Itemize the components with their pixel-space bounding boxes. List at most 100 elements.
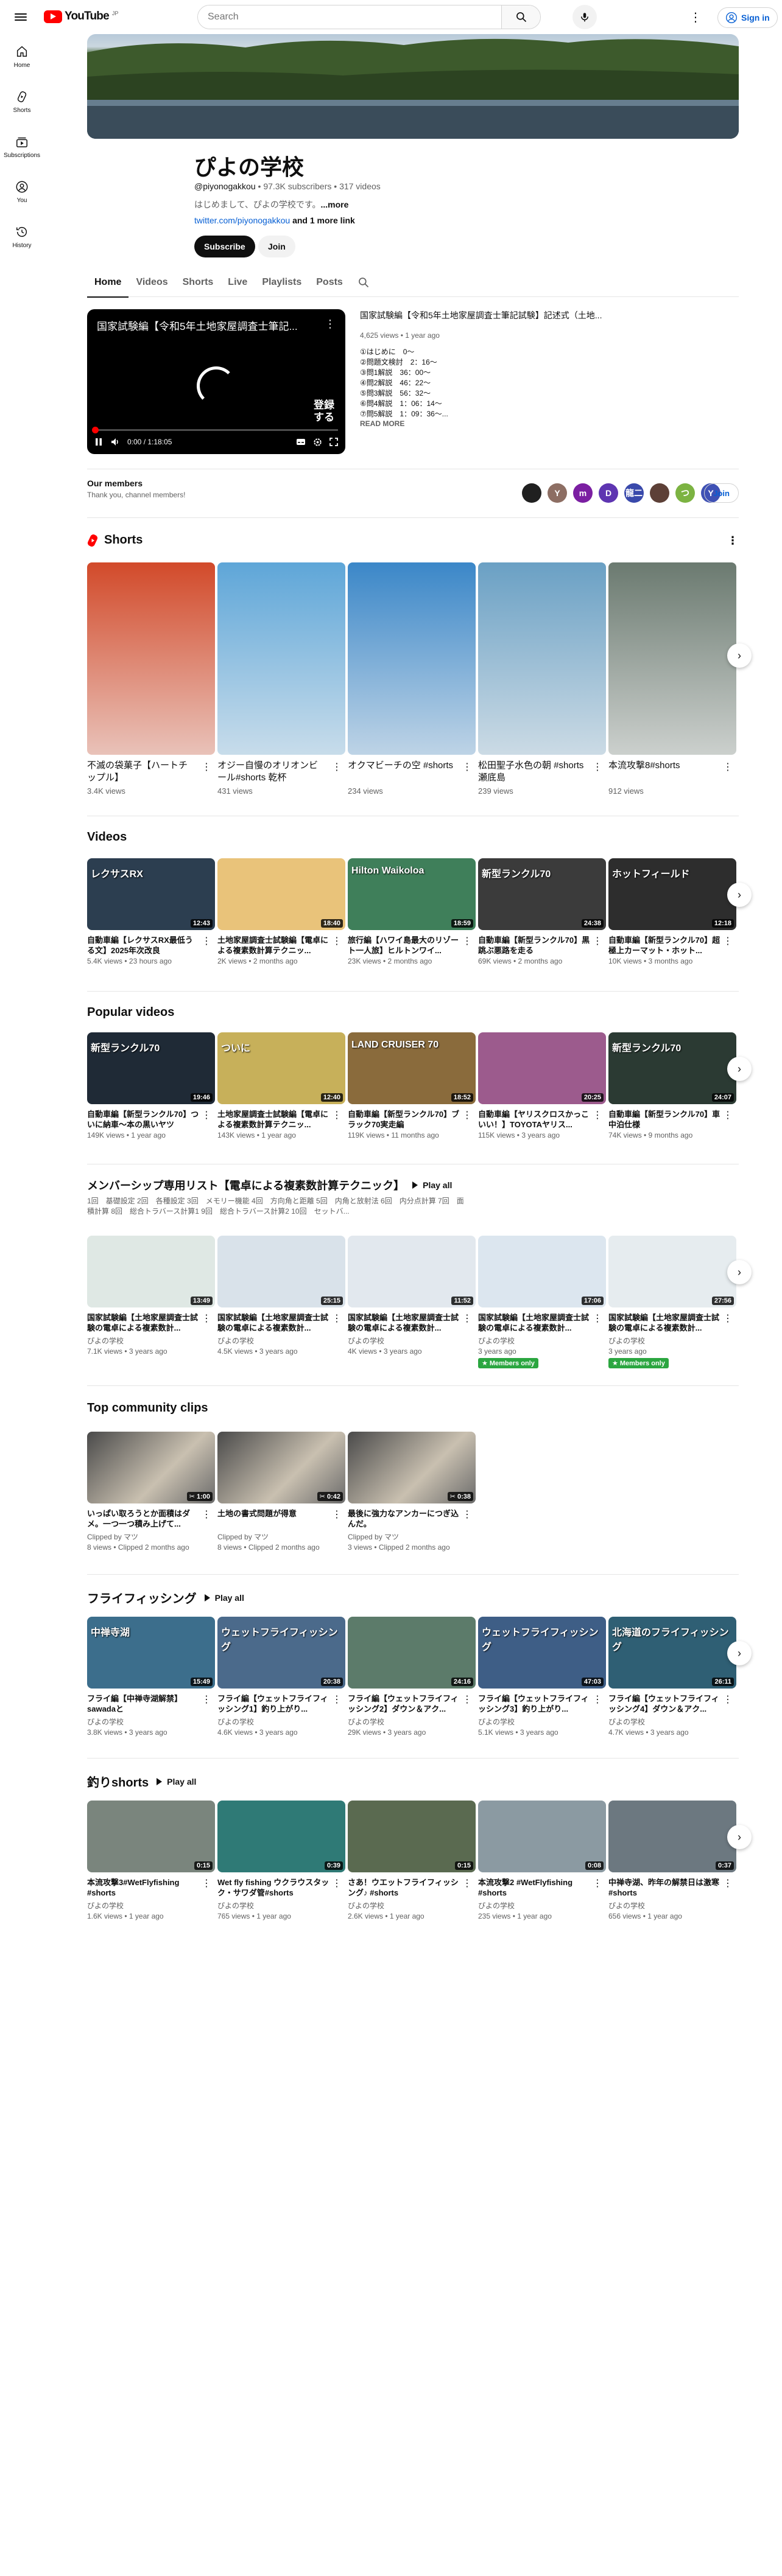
youtube-logo[interactable]: YouTube JP: [44, 10, 118, 23]
video-thumbnail[interactable]: 新型ランクル70 19:46: [87, 1032, 215, 1104]
video-card[interactable]: 24:16 フライ編【ウェットフライフィッシング2】ダウン＆アク... ⋮ ぴよの学校…: [348, 1617, 476, 1737]
clip-kebab-icon[interactable]: ⋮: [202, 1508, 211, 1521]
video-thumbnail[interactable]: 0:15: [87, 1801, 215, 1872]
clip-card[interactable]: ✂ 0:42 土地の書式問題が得意 ⋮ Clipped by マツ 8 views • …: [217, 1432, 345, 1552]
progress-scrubber[interactable]: [92, 427, 99, 433]
video-card[interactable]: 0:08 本流攻撃2 #WetFlyfishing #shorts ⋮ ぴよの学校 23…: [478, 1801, 606, 1920]
short-thumbnail[interactable]: [608, 562, 736, 755]
video-kebab-icon[interactable]: ⋮: [723, 1877, 733, 1889]
video-card[interactable]: 新型ランクル70 24:38 自動車編【新型ランクル70】黒跳ぶ悪路を走る ⋮ 69K …: [478, 858, 606, 965]
video-card[interactable]: LAND CRUISER 70 18:52 自動車編【新型ランクル70】ブラック70…: [348, 1032, 476, 1139]
search-button[interactable]: [501, 5, 540, 29]
featured-video-player[interactable]: 国家試験編【令和5年土地家屋調査士筆記... ⋮ 登録 する 0:00 / 1:…: [87, 309, 345, 454]
short-title[interactable]: オクマビーチの空 #shorts: [348, 760, 456, 784]
video-card[interactable]: 18:40 土地家屋調査士試験編【電卓による複素数計算テクニッ... ⋮ 2K vie…: [217, 858, 345, 965]
video-channel[interactable]: ぴよの学校: [348, 1900, 476, 1911]
video-title[interactable]: 本流攻撃3#WetFlyfishing #shorts: [87, 1877, 199, 1898]
video-card[interactable]: 新型ランクル70 19:46 自動車編【新型ランクル70】ついに納車〜本の黒いヤツ ⋮…: [87, 1032, 215, 1139]
video-kebab-icon[interactable]: ⋮: [593, 1693, 602, 1706]
tab-search[interactable]: [350, 268, 377, 297]
video-card[interactable]: 0:39 Wet fly fishing ウクラウスタック・サワダ管#shorts…: [217, 1801, 345, 1920]
featured-video-title[interactable]: 国家試験編【令和5年土地家屋調査士筆記試験】記述式（土地...: [360, 309, 738, 321]
video-kebab-icon[interactable]: ⋮: [593, 1877, 602, 1889]
video-kebab-icon[interactable]: ⋮: [202, 1693, 211, 1706]
description-more[interactable]: ...more: [320, 200, 348, 209]
members-join-button[interactable]: Join: [704, 483, 739, 503]
menu-icon[interactable]: [13, 10, 28, 24]
video-title[interactable]: 中禅寺湖、昨年の解禁日は激寒#shorts: [608, 1877, 720, 1898]
video-card[interactable]: ウェットフライフィッシング 20:38 フライ編【ウェットフライフィッシング1】釣り…: [217, 1617, 345, 1737]
clip-kebab-icon[interactable]: ⋮: [332, 1508, 342, 1521]
video-card[interactable]: 27:56 国家試験編【土地家屋調査士試験の電卓による複素数計... ⋮ ぴよの学校 3…: [608, 1236, 736, 1368]
video-kebab-icon[interactable]: ⋮: [332, 1693, 342, 1706]
short-title[interactable]: 松田聖子水色の朝 #shorts瀬底島: [478, 760, 586, 784]
sidebar-item-subscriptions[interactable]: Subscriptions: [0, 124, 44, 169]
video-title[interactable]: 自動車編【レクサスRX最低うる文】2025年次改良: [87, 935, 199, 956]
video-thumbnail[interactable]: 新型ランクル70 24:07: [608, 1032, 736, 1104]
player-kebab-icon[interactable]: ⋮: [325, 318, 336, 331]
video-thumbnail[interactable]: 0:15: [348, 1801, 476, 1872]
short-title[interactable]: 不滅の袋菓子【ハートチップル】: [87, 760, 196, 784]
video-kebab-icon[interactable]: ⋮: [723, 1312, 733, 1325]
member-avatar[interactable]: 龍二: [624, 483, 644, 503]
video-kebab-icon[interactable]: ⋮: [593, 1312, 602, 1325]
video-card[interactable]: 25:15 国家試験編【土地家屋調査士試験の電卓による複素数計... ⋮ ぴよの学校 4…: [217, 1236, 345, 1368]
video-card[interactable]: ホットフィールド 12:18 自動車編【新型ランクル70】超極上カーマット・ホット.…: [608, 858, 736, 965]
member-avatar[interactable]: [650, 483, 669, 503]
sign-in-button[interactable]: Sign in: [717, 7, 778, 28]
video-card[interactable]: ウェットフライフィッシング 47:03 フライ編【ウェットフライフィッシング3】釣り…: [478, 1617, 606, 1737]
video-kebab-icon[interactable]: ⋮: [332, 935, 342, 947]
video-channel[interactable]: ぴよの学校: [608, 1900, 736, 1911]
short-thumbnail[interactable]: [348, 562, 476, 755]
video-kebab-icon[interactable]: ⋮: [723, 935, 733, 947]
membership-play-all-button[interactable]: Play all: [410, 1180, 452, 1190]
video-thumbnail[interactable]: 0:37: [608, 1801, 736, 1872]
sidebar-item-shorts[interactable]: Shorts: [0, 79, 44, 124]
video-title[interactable]: 国家試験編【土地家屋調査士試験の電卓による複素数計...: [478, 1312, 590, 1333]
video-title[interactable]: 土地家屋調査士試験編【電卓による複素数計算テクニッ...: [217, 1109, 329, 1130]
video-thumbnail[interactable]: 0:39: [217, 1801, 345, 1872]
read-more-link[interactable]: READ MORE: [360, 419, 738, 428]
video-thumbnail[interactable]: 25:15: [217, 1236, 345, 1307]
member-avatar[interactable]: m: [573, 483, 593, 503]
channel-link-more[interactable]: and 1 more link: [292, 215, 355, 225]
member-avatar[interactable]: つ: [675, 483, 695, 503]
short-card[interactable]: 松田聖子水色の朝 #shorts瀬底島 ⋮ 239 views: [478, 562, 606, 796]
short-card[interactable]: 本流攻撃8#shorts ⋮ 912 views: [608, 562, 736, 796]
tab-live[interactable]: Live: [220, 268, 255, 297]
video-title[interactable]: 国家試験編【土地家屋調査士試験の電卓による複素数計...: [348, 1312, 460, 1333]
membership-next-arrow-icon[interactable]: ›: [727, 1260, 752, 1284]
sidebar-item-history[interactable]: History: [0, 214, 44, 259]
pause-icon[interactable]: [94, 438, 103, 446]
short-thumbnail[interactable]: [217, 562, 345, 755]
progress-bar[interactable]: [92, 427, 338, 433]
video-channel[interactable]: ぴよの学校: [608, 1335, 736, 1346]
video-thumbnail[interactable]: 13:49: [87, 1236, 215, 1307]
video-card[interactable]: 11:52 国家試験編【土地家屋調査士試験の電卓による複素数計... ⋮ ぴよの学校 4…: [348, 1236, 476, 1368]
video-thumbnail[interactable]: LAND CRUISER 70 18:52: [348, 1032, 476, 1104]
video-card[interactable]: 北海道のフライフィッシング 26:11 フライ編【ウェットフライフィッシング4】ダウ…: [608, 1617, 736, 1737]
video-kebab-icon[interactable]: ⋮: [202, 1877, 211, 1889]
video-thumbnail[interactable]: 11:52: [348, 1236, 476, 1307]
short-title[interactable]: オジー自慢のオリオンビール#shorts 乾杯: [217, 760, 326, 784]
video-thumbnail[interactable]: 17:06: [478, 1236, 606, 1307]
video-title[interactable]: フライ編【ウェットフライフィッシング2】ダウン＆アク...: [348, 1693, 460, 1714]
clip-kebab-icon[interactable]: ⋮: [462, 1508, 472, 1521]
join-button[interactable]: Join: [258, 236, 295, 257]
video-channel[interactable]: ぴよの学校: [217, 1900, 345, 1911]
membership-title[interactable]: メンバーシップ専用リスト【電卓による複素数計算テクニック】: [87, 1177, 404, 1193]
video-channel[interactable]: ぴよの学校: [478, 1717, 606, 1727]
video-kebab-icon[interactable]: ⋮: [462, 1312, 472, 1325]
short-thumbnail[interactable]: [87, 562, 215, 755]
tsuri-next-arrow-icon[interactable]: ›: [727, 1825, 752, 1849]
channel-link[interactable]: twitter.com/piyonogakkou: [194, 215, 290, 225]
subscribe-button[interactable]: Subscribe: [194, 236, 255, 257]
clip-title[interactable]: 最後に強力なアンカーにつぎ込んだ。: [348, 1508, 460, 1529]
video-card[interactable]: 中禅寺湖 15:49 フライ編【中禅寺湖解禁】sawadaと ⋮ ぴよの学校 3.8K v…: [87, 1617, 215, 1737]
clip-title[interactable]: 土地の書式問題が得意: [217, 1508, 329, 1529]
video-title[interactable]: フライ編【ウェットフライフィッシング3】釣り上がり...: [478, 1693, 590, 1714]
videos-section-title[interactable]: Videos: [87, 830, 127, 844]
fly-title[interactable]: フライフィッシング: [87, 1589, 197, 1606]
tab-playlists[interactable]: Playlists: [255, 268, 309, 297]
video-kebab-icon[interactable]: ⋮: [462, 935, 472, 947]
